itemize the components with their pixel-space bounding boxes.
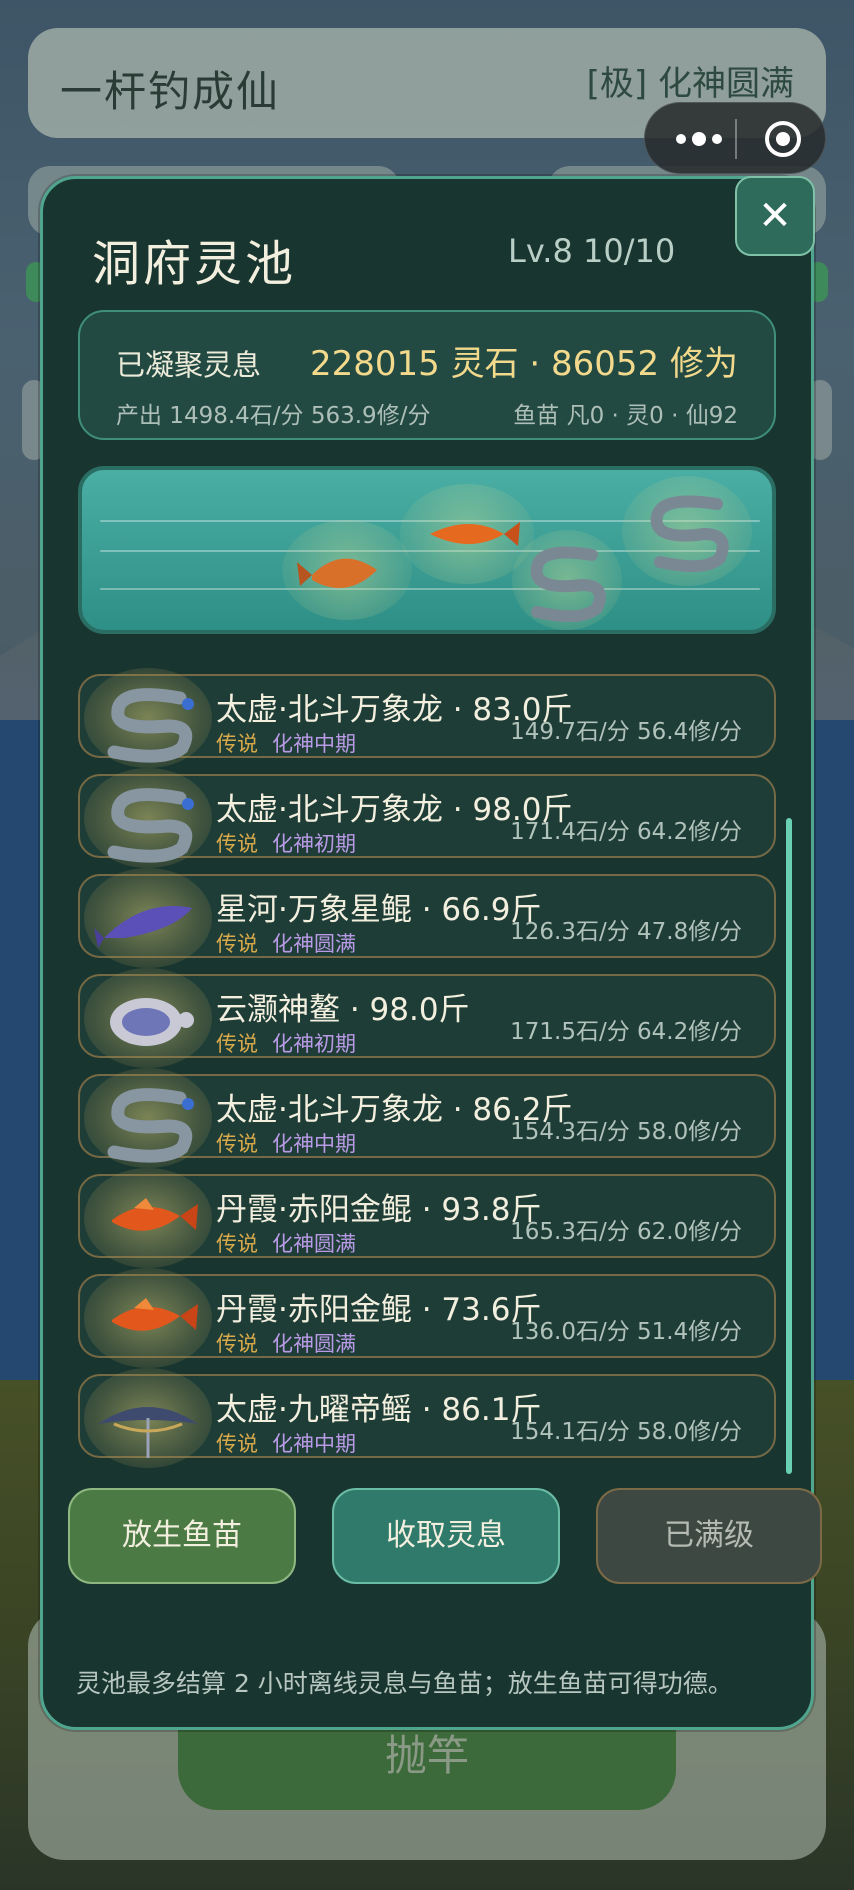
list-item[interactable]: 星河·万象星鲲 · 66.9斤 传说 化神圆满 126.3石/分 47.8修/分	[78, 868, 776, 968]
player-rank: [极] 化神圆满	[586, 64, 794, 104]
fish-realm: 化神圆满	[272, 932, 356, 956]
game-title: 一杆钓成仙	[60, 67, 281, 116]
pond-wave	[100, 588, 760, 590]
list-item[interactable]: 丹霞·赤阳金鲲 · 93.8斤 传说 化神圆满 165.3石/分 62.0修/分	[78, 1168, 776, 1268]
fish-name: 星河·万象星鲲 · 66.9斤	[216, 892, 542, 928]
fish-grade: 传说	[216, 932, 258, 956]
footer-note: 灵池最多结算 2 小时离线灵息与鱼苗；放生鱼苗可得功德。	[76, 1669, 733, 1698]
fish-tags: 传说 化神圆满	[216, 1328, 356, 1358]
fish-rate: 149.7石/分 56.4修/分	[510, 719, 742, 745]
fish-tags: 传说 化神初期	[216, 1028, 356, 1058]
list-item[interactable]: 丹霞·赤阳金鲲 · 73.6斤 传说 化神圆满 136.0石/分 51.4修/分	[78, 1268, 776, 1368]
fish-grade: 传说	[216, 732, 258, 756]
miniprogram-capsule	[644, 102, 826, 174]
fish-realm: 化神初期	[272, 832, 356, 856]
dragon-icon	[84, 668, 212, 768]
more-icon[interactable]	[669, 123, 729, 155]
fish-grade: 传说	[216, 1032, 258, 1056]
goldfish-icon	[84, 1268, 212, 1368]
ray-icon	[84, 1368, 212, 1468]
fish-tags: 传说 化神初期	[216, 828, 356, 858]
dragon-icon	[84, 1068, 212, 1168]
fish-rate: 154.1石/分 58.0修/分	[510, 1419, 742, 1445]
fish-realm: 化神中期	[272, 1132, 356, 1156]
fish-grade: 传说	[216, 1432, 258, 1456]
release-fry-button[interactable]: 放生鱼苗	[68, 1488, 296, 1584]
fish-rate: 171.5石/分 64.2修/分	[510, 1019, 742, 1045]
goldfish-icon	[84, 1168, 212, 1268]
pond-dragon-icon	[512, 530, 622, 630]
list-item[interactable]: 太虚·九曜帝鳐 · 86.1斤 传说 化神中期 154.1石/分 58.0修/分	[78, 1368, 776, 1468]
turtle-icon	[84, 968, 212, 1068]
pond-view	[78, 466, 776, 634]
list-scrollbar[interactable]	[786, 818, 792, 1474]
max-level-button: 已满级	[596, 1488, 822, 1584]
fish-grade: 传说	[216, 832, 258, 856]
list-item[interactable]: 太虚·北斗万象龙 · 86.2斤 传说 化神中期 154.3石/分 58.0修/分	[78, 1068, 776, 1168]
fish-grade: 传说	[216, 1332, 258, 1356]
fish-grade: 传说	[216, 1132, 258, 1156]
summary-label: 已凝聚灵息	[116, 348, 262, 382]
fry-count: 鱼苗 凡0 · 灵0 · 仙92	[513, 403, 738, 429]
fish-tags: 传说 化神中期	[216, 1128, 356, 1158]
fish-realm: 化神中期	[272, 732, 356, 756]
summary-total: 228015 灵石 · 86052 修为	[310, 344, 738, 384]
pool-level: Lv.8 10/10	[508, 232, 676, 270]
whale-icon	[84, 868, 212, 968]
fish-name: 丹霞·赤阳金鲲 · 93.8斤	[216, 1192, 542, 1228]
capsule-divider	[735, 119, 737, 159]
modal-title: 洞府灵池	[92, 236, 297, 292]
fish-rate: 154.3石/分 58.0修/分	[510, 1119, 742, 1145]
summary-rate: 产出 1498.4石/分 563.9修/分	[116, 403, 431, 429]
close-button[interactable]: ✕	[735, 176, 815, 256]
fish-grade: 传说	[216, 1232, 258, 1256]
accumulated-summary: 已凝聚灵息 228015 灵石 · 86052 修为 产出 1498.4石/分 …	[78, 310, 776, 440]
cast-button-label: 抛竿	[384, 1731, 469, 1780]
fish-rate: 136.0石/分 51.4修/分	[510, 1319, 742, 1345]
fish-name: 太虚·九曜帝鳐 · 86.1斤	[216, 1392, 542, 1428]
pond-fish-icon	[282, 520, 412, 620]
fish-realm: 化神中期	[272, 1432, 356, 1456]
fish-tags: 传说 化神中期	[216, 1428, 356, 1458]
fish-rate: 165.3石/分 62.0修/分	[510, 1219, 742, 1245]
fish-rate: 171.4石/分 64.2修/分	[510, 819, 742, 845]
list-item[interactable]: 太虚·北斗万象龙 · 98.0斤 传说 化神初期 171.4石/分 64.2修/分	[78, 768, 776, 868]
list-item[interactable]: 云灏神鳌 · 98.0斤 传说 化神初期 171.5石/分 64.2修/分	[78, 968, 776, 1068]
list-item[interactable]: 太虚·北斗万象龙 · 83.0斤 传说 化神中期 149.7石/分 56.4修/分	[78, 668, 776, 768]
collect-button[interactable]: 收取灵息	[332, 1488, 560, 1584]
pond-dragon-icon	[622, 476, 752, 586]
fish-tags: 传说 化神圆满	[216, 1228, 356, 1258]
fish-name: 云灏神鳌 · 98.0斤	[216, 992, 470, 1028]
fish-realm: 化神圆满	[272, 1332, 356, 1356]
fish-realm: 化神初期	[272, 1032, 356, 1056]
close-miniprogram-icon[interactable]	[765, 121, 801, 157]
fish-realm: 化神圆满	[272, 1232, 356, 1256]
fish-rate: 126.3石/分 47.8修/分	[510, 919, 742, 945]
fish-tags: 传说 化神中期	[216, 728, 356, 758]
fish-name: 丹霞·赤阳金鲲 · 73.6斤	[216, 1292, 542, 1328]
dragon-icon	[84, 768, 212, 868]
fish-tags: 传说 化神圆满	[216, 928, 356, 958]
